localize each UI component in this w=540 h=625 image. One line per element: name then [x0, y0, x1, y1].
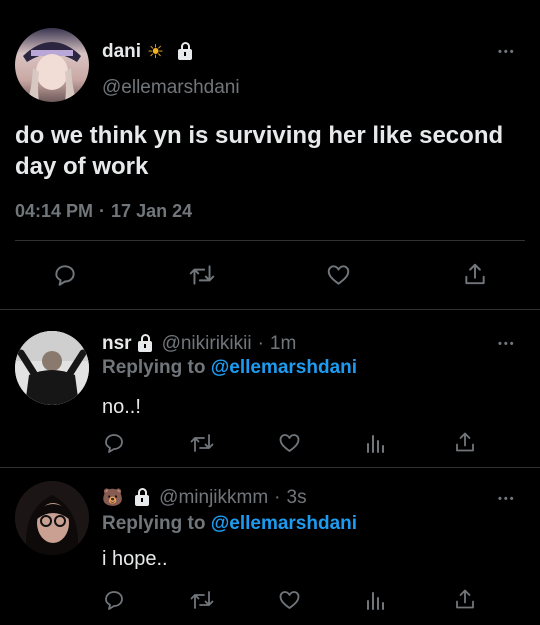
retweet-icon[interactable] — [188, 262, 216, 288]
meta-separator: · — [274, 487, 281, 508]
tweet-text: do we think yn is surviving her like sec… — [15, 122, 504, 180]
handle[interactable]: @ellemarshdani — [102, 77, 240, 99]
lock-icon — [135, 487, 150, 506]
avatar[interactable] — [15, 481, 89, 555]
reply-time[interactable]: 3s — [287, 487, 307, 509]
replying-to-label: Replying to — [102, 357, 206, 378]
reply-icon[interactable] — [102, 431, 126, 455]
sun-icon: ☀ — [147, 41, 165, 63]
meta-separator: · — [257, 333, 264, 354]
handle[interactable]: @nikirikikii — [162, 333, 252, 355]
tweet-date[interactable]: 17 Jan 24 — [111, 201, 192, 222]
heart-icon[interactable] — [325, 262, 352, 288]
divider — [0, 309, 540, 310]
views-icon[interactable] — [365, 431, 387, 455]
views-icon[interactable] — [365, 588, 387, 612]
reply-time[interactable]: 1m — [270, 333, 296, 355]
lock-icon — [137, 333, 152, 352]
display-name[interactable]: dani — [102, 41, 141, 63]
heart-icon[interactable] — [277, 431, 302, 455]
divider — [15, 240, 525, 241]
share-icon[interactable] — [453, 587, 477, 612]
reply-text: i hope.. — [102, 548, 168, 570]
share-icon[interactable] — [453, 430, 477, 455]
divider — [0, 467, 540, 468]
lock-icon — [178, 41, 193, 60]
handle[interactable]: @minjikkmm — [159, 487, 268, 509]
display-name[interactable]: nsr — [102, 333, 132, 355]
replying-to-handle[interactable]: @ellemarshdani — [211, 357, 357, 378]
retweet-icon[interactable] — [189, 588, 215, 612]
more-icon[interactable]: ••• — [498, 338, 516, 350]
replying-to-label: Replying to — [102, 513, 206, 534]
more-icon[interactable]: ••• — [498, 493, 516, 505]
avatar[interactable] — [15, 331, 89, 405]
retweet-icon[interactable] — [189, 431, 215, 455]
meta-separator: · — [99, 201, 106, 221]
display-name[interactable]: 🐻 — [102, 488, 123, 508]
tweet-time[interactable]: 04:14 PM — [15, 201, 93, 222]
reply-icon[interactable] — [102, 588, 126, 612]
replying-to-handle[interactable]: @ellemarshdani — [211, 513, 357, 534]
heart-icon[interactable] — [277, 588, 302, 612]
reply-text: no..! — [102, 396, 141, 418]
share-icon[interactable] — [462, 261, 488, 288]
reply-icon[interactable] — [52, 262, 78, 288]
avatar[interactable] — [15, 28, 89, 102]
more-icon[interactable]: ••• — [498, 46, 516, 58]
